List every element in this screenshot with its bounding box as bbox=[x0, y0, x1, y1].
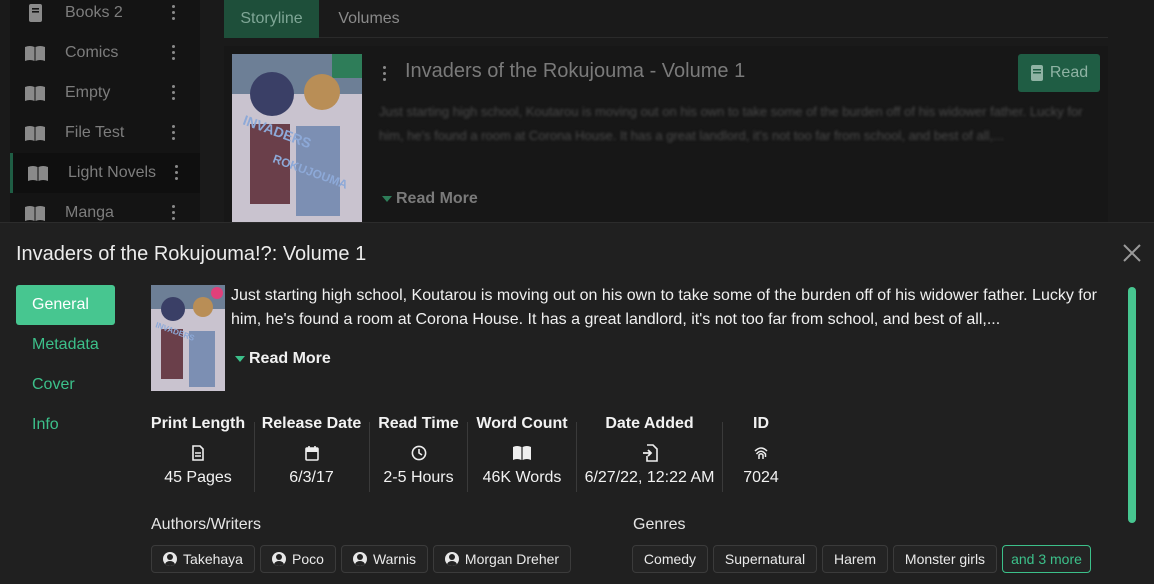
volume-description: Just starting high school, Koutarou is m… bbox=[379, 104, 1083, 143]
volume-cover-image[interactable]: INVADERS ROKUJOUMA bbox=[232, 54, 362, 226]
sidebar-item-books-2[interactable]: Books 2 bbox=[10, 0, 200, 33]
book-open-icon bbox=[28, 166, 48, 181]
open-book-icon bbox=[512, 440, 532, 465]
book-open-icon bbox=[25, 206, 45, 221]
stat-heading: ID bbox=[753, 415, 769, 432]
volume-description: Just starting high school, Koutarou is m… bbox=[231, 287, 1097, 328]
nav-cover[interactable]: Cover bbox=[16, 365, 115, 405]
kebab-menu-icon[interactable] bbox=[172, 5, 176, 20]
read-button-label: Read bbox=[1049, 64, 1089, 81]
read-button[interactable]: Read bbox=[1018, 54, 1100, 92]
stat-print-length: Print Length 45 Pages bbox=[151, 415, 245, 487]
stat-divider bbox=[467, 422, 468, 492]
fingerprint-icon bbox=[752, 440, 770, 465]
author-chip[interactable]: Poco bbox=[260, 545, 336, 573]
author-chip[interactable]: Takehaya bbox=[151, 545, 255, 573]
nav-general[interactable]: General bbox=[16, 285, 115, 325]
nav-info[interactable]: Info bbox=[16, 405, 115, 445]
author-name: Morgan Dreher bbox=[464, 551, 560, 567]
stat-word-count: Word Count 46K Words bbox=[475, 415, 569, 487]
author-name: Warnis bbox=[372, 551, 417, 567]
tab-storyline[interactable]: Storyline bbox=[224, 0, 319, 38]
stat-heading: Release Date bbox=[261, 415, 362, 432]
sheet-title: Invaders of the Rokujouma!?: Volume 1 bbox=[16, 243, 367, 265]
genres-label: Genres bbox=[633, 516, 686, 533]
stat-heading: Date Added bbox=[605, 415, 694, 432]
kebab-menu-icon[interactable] bbox=[175, 165, 179, 180]
stat-heading: Print Length bbox=[150, 415, 246, 432]
kebab-menu-icon[interactable] bbox=[172, 205, 176, 220]
book-closed-icon bbox=[29, 4, 42, 22]
kebab-menu-icon[interactable] bbox=[172, 125, 176, 140]
person-icon bbox=[352, 552, 367, 566]
sidebar-item-label: Comics bbox=[65, 44, 119, 61]
volume-details-sheet: Invaders of the Rokujouma!?: Volume 1 Ge… bbox=[0, 222, 1154, 584]
sidebar-item-empty[interactable]: Empty bbox=[10, 73, 200, 113]
author-name: Takehaya bbox=[183, 551, 243, 567]
read-more-label: Read More bbox=[249, 350, 331, 367]
sidebar-item-label: Light Novels bbox=[68, 164, 157, 181]
author-chip[interactable]: Warnis bbox=[341, 545, 428, 573]
caret-down-icon bbox=[235, 356, 245, 362]
genre-chip[interactable]: Supernatural bbox=[713, 545, 817, 573]
stat-value: 7024 bbox=[743, 469, 779, 486]
genres-more-button[interactable]: and 3 more bbox=[1002, 545, 1091, 573]
nav-metadata[interactable]: Metadata bbox=[16, 325, 115, 365]
book-icon bbox=[1030, 65, 1043, 81]
sidebar-item-label: Manga bbox=[65, 204, 114, 221]
kebab-menu-icon[interactable] bbox=[172, 45, 176, 60]
close-icon[interactable] bbox=[1120, 241, 1144, 265]
stat-value: 6/3/17 bbox=[289, 469, 334, 486]
library-sidebar: Books 2 Comics Empty File Test Light Nov… bbox=[10, 0, 200, 230]
read-more-link[interactable]: Read More bbox=[235, 350, 331, 368]
sidebar-item-label: Books 2 bbox=[65, 4, 123, 21]
stat-heading: Word Count bbox=[476, 415, 568, 432]
volume-title[interactable]: Invaders of the Rokujouma - Volume 1 bbox=[405, 60, 745, 83]
stat-heading: Read Time bbox=[378, 415, 459, 432]
sidebar-item-comics[interactable]: Comics bbox=[10, 33, 200, 73]
author-chip[interactable]: Morgan Dreher bbox=[433, 545, 571, 573]
stat-release-date: Release Date 6/3/17 bbox=[261, 415, 362, 487]
genre-chip[interactable]: Monster girls bbox=[893, 545, 997, 573]
authors-label: Authors/Writers bbox=[151, 516, 261, 533]
sidebar-item-light-novels[interactable]: Light Novels bbox=[10, 153, 200, 193]
book-open-icon bbox=[25, 46, 45, 61]
series-tabs: Storyline Volumes bbox=[224, 0, 1108, 38]
stat-read-time: Read Time 2-5 Hours bbox=[377, 415, 460, 487]
file-import-icon bbox=[642, 440, 658, 465]
person-icon bbox=[163, 552, 178, 566]
stat-date-added: Date Added 6/27/22, 12:22 AM bbox=[584, 415, 715, 487]
book-open-icon bbox=[25, 126, 45, 141]
clock-icon bbox=[411, 440, 427, 465]
sidebar-item-file-test[interactable]: File Test bbox=[10, 113, 200, 153]
stat-value: 2-5 Hours bbox=[383, 469, 454, 486]
scrollbar-thumb[interactable] bbox=[1128, 287, 1136, 523]
sidebar-item-label: File Test bbox=[65, 124, 125, 141]
kebab-menu-icon[interactable] bbox=[383, 66, 387, 81]
person-icon bbox=[444, 552, 459, 566]
sidebar-item-label: Empty bbox=[65, 84, 111, 101]
caret-down-icon bbox=[382, 196, 392, 202]
stat-value: 6/27/22, 12:22 AM bbox=[584, 469, 715, 486]
genre-chip[interactable]: Harem bbox=[822, 545, 888, 573]
stat-value: 46K Words bbox=[482, 469, 562, 486]
tab-volumes[interactable]: Volumes bbox=[319, 0, 419, 38]
document-icon bbox=[192, 440, 204, 465]
stat-divider bbox=[369, 422, 370, 492]
stat-divider bbox=[722, 422, 723, 492]
book-open-icon bbox=[25, 86, 45, 101]
stat-id: ID 7024 bbox=[738, 415, 784, 487]
stat-divider bbox=[576, 422, 577, 492]
volume-card: INVADERS ROKUJOUMA Invaders of the Rokuj… bbox=[224, 46, 1108, 226]
cover-thumbnail: INVADERS bbox=[151, 285, 225, 391]
author-name: Poco bbox=[292, 551, 324, 567]
stat-value: 45 Pages bbox=[164, 469, 232, 486]
read-more-label: Read More bbox=[396, 190, 478, 207]
volume-read-more-link[interactable]: Read More bbox=[382, 190, 478, 208]
genre-chip[interactable]: Comedy bbox=[632, 545, 708, 573]
stat-divider bbox=[254, 422, 255, 492]
person-icon bbox=[272, 552, 287, 566]
kebab-menu-icon[interactable] bbox=[172, 85, 176, 100]
calendar-icon bbox=[304, 440, 319, 465]
